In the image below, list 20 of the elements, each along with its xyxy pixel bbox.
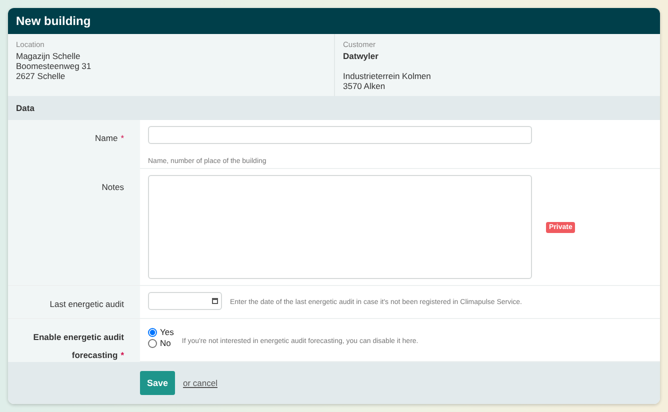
section-title: Data: [16, 103, 34, 113]
save-button[interactable]: Save: [140, 371, 175, 395]
address-line: 3570 Alken: [343, 81, 386, 91]
address-line: Magazijn Schelle: [16, 51, 82, 61]
address-line: Industrieterrein Kolmen: [343, 71, 432, 81]
field-label: Enable energetic audit forecasting *: [33, 332, 124, 360]
radio-option[interactable]: Yes: [148, 327, 174, 337]
address-line: 2627 Schelle: [16, 71, 66, 81]
address-line: Boomesteenweg 31: [16, 61, 92, 71]
cancel-link[interactable]: or cancel: [183, 378, 218, 388]
date-field[interactable]: [148, 292, 222, 310]
name-field[interactable]: [148, 126, 532, 144]
window-title: New building: [16, 14, 91, 28]
radio-option[interactable]: No: [148, 338, 174, 348]
field-label: Name *: [95, 133, 124, 143]
notes-field[interactable]: [148, 175, 532, 279]
field-label: Notes: [102, 182, 124, 192]
customer-name: Datwyler: [343, 51, 380, 61]
field-label: Last energetic audit: [50, 299, 124, 309]
calendar-icon: [212, 298, 218, 304]
